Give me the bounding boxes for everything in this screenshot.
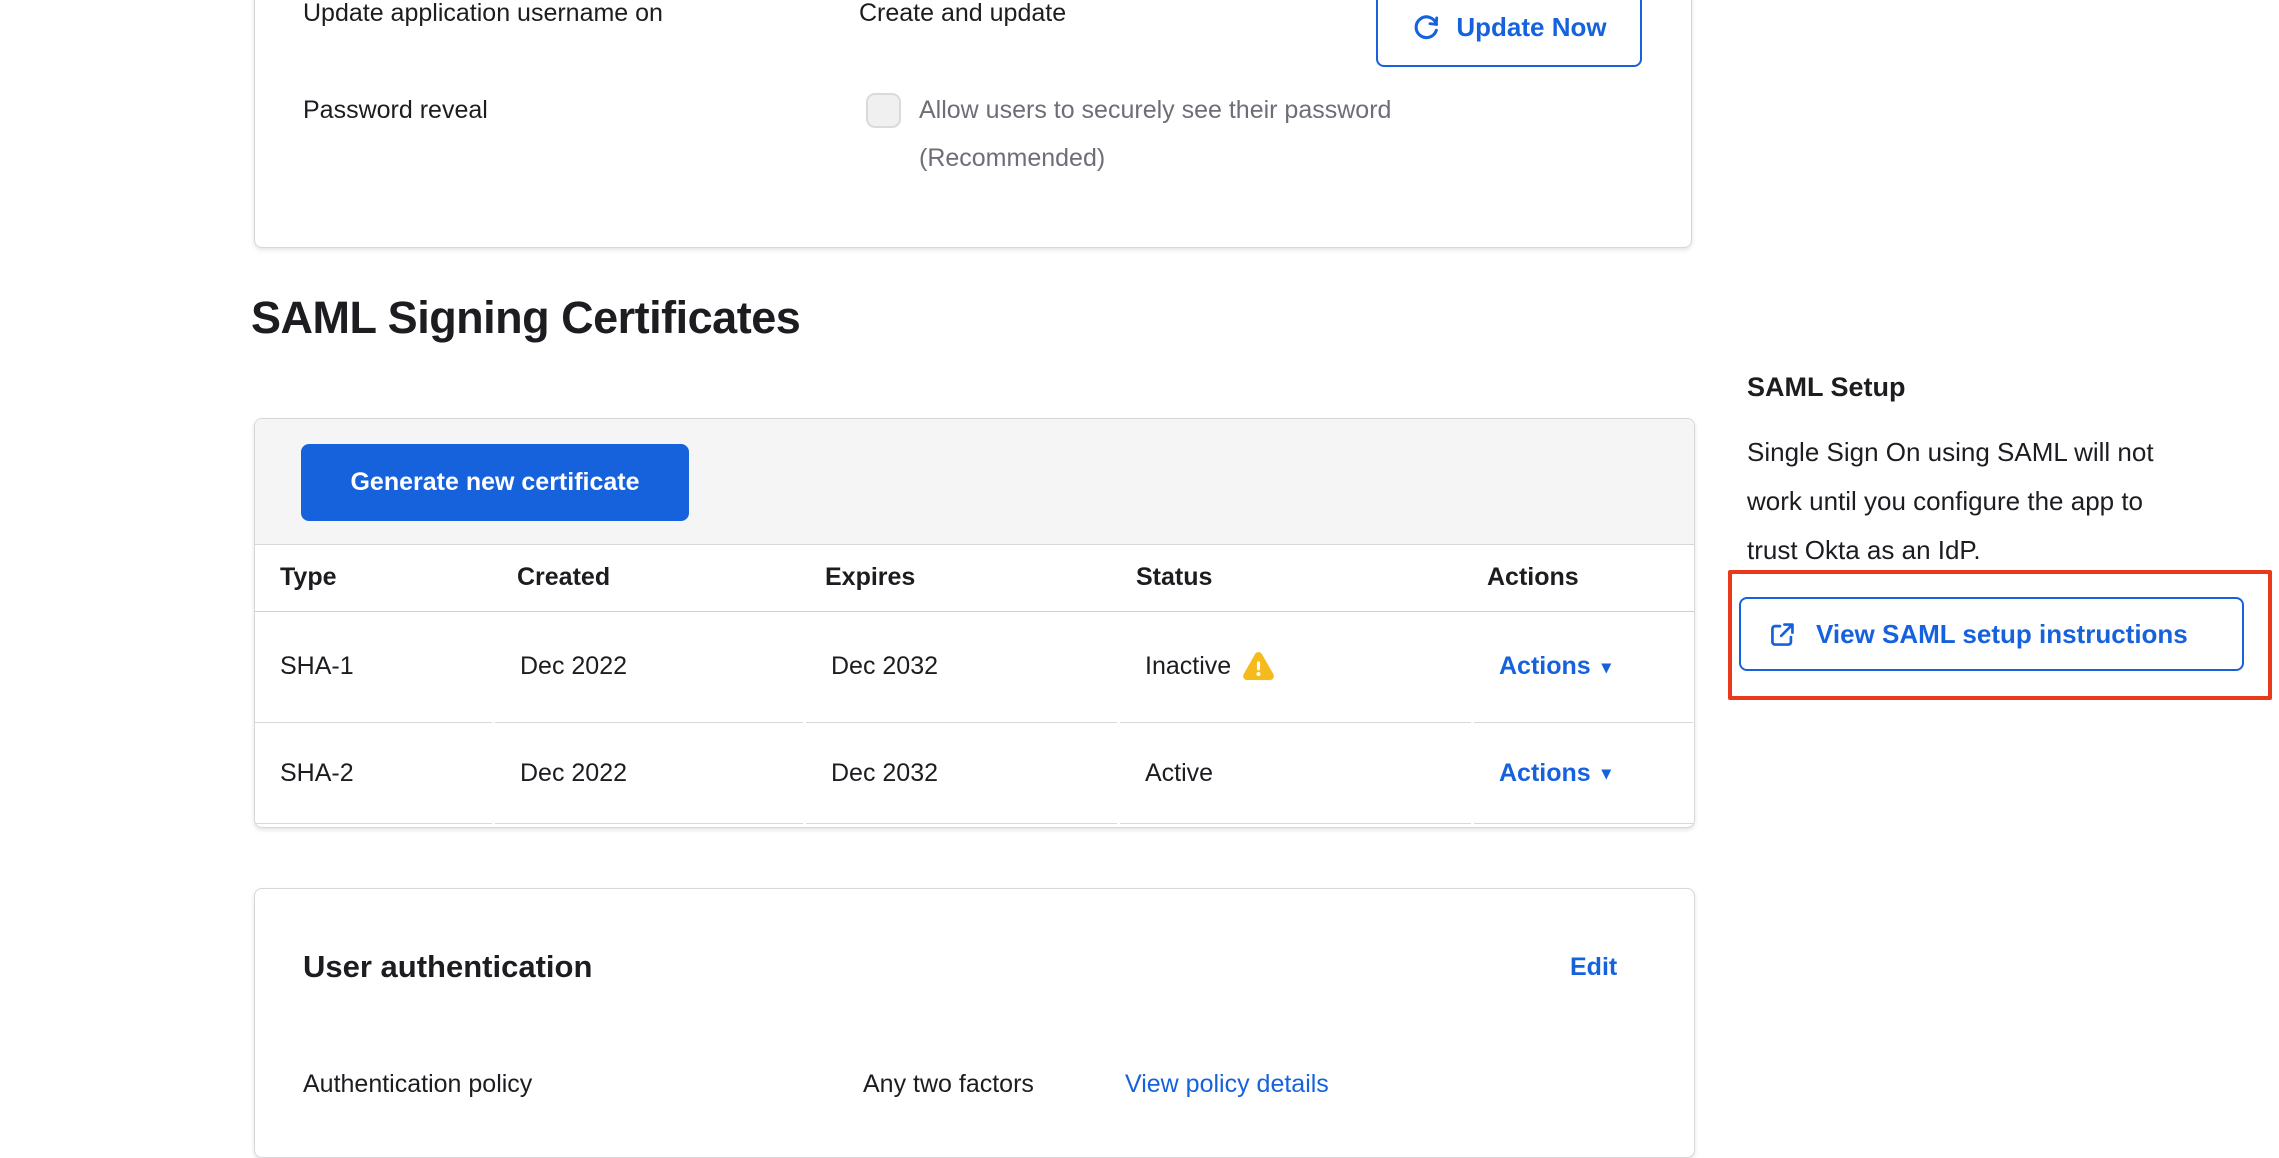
cert-status: Inactive bbox=[1120, 611, 1471, 723]
password-reveal-label: Password reveal bbox=[303, 96, 488, 125]
caret-down-icon: ▾ bbox=[1602, 658, 1611, 676]
cert-status: Active bbox=[1120, 723, 1471, 824]
authentication-policy-label: Authentication policy bbox=[303, 1070, 532, 1099]
user-authentication-panel: User authentication Edit Authentication … bbox=[254, 888, 1695, 1158]
view-saml-setup-instructions-button[interactable]: View SAML setup instructions bbox=[1739, 597, 2244, 671]
column-header-type: Type bbox=[255, 544, 492, 611]
update-now-button[interactable]: Update Now bbox=[1376, 0, 1642, 67]
password-reveal-checkbox-label: Allow users to securely see their passwo… bbox=[919, 96, 1391, 125]
edit-link[interactable]: Edit bbox=[1570, 953, 1617, 982]
external-link-icon bbox=[1767, 619, 1798, 650]
column-header-actions: Actions bbox=[1462, 544, 1694, 611]
column-header-expires: Expires bbox=[800, 544, 1111, 611]
username-update-label: Update application username on bbox=[303, 0, 663, 28]
cert-type: SHA-1 bbox=[255, 611, 492, 723]
username-update-value: Create and update bbox=[859, 0, 1066, 28]
generate-new-certificate-button[interactable]: Generate new certificate bbox=[301, 444, 689, 521]
password-reveal-checkbox[interactable] bbox=[866, 93, 901, 128]
certificates-table-header: Type Created Expires Status Actions bbox=[255, 544, 1694, 612]
cert-actions-cell: Actions ▾ bbox=[1474, 611, 1693, 723]
certificates-panel: Generate new certificate Type Created Ex… bbox=[254, 418, 1695, 828]
actions-dropdown[interactable]: Actions ▾ bbox=[1499, 759, 1611, 788]
authentication-policy-value: Any two factors bbox=[863, 1070, 1034, 1099]
actions-label: Actions bbox=[1499, 759, 1591, 788]
saml-signing-certificates-heading: SAML Signing Certificates bbox=[251, 292, 800, 344]
sign-on-settings-panel: Update application username on Create an… bbox=[254, 0, 1692, 248]
user-authentication-heading: User authentication bbox=[303, 949, 592, 985]
cert-expires: Dec 2032 bbox=[806, 723, 1117, 824]
status-text: Inactive bbox=[1145, 652, 1231, 681]
saml-setup-heading: SAML Setup bbox=[1747, 372, 1906, 403]
saml-setup-description: Single Sign On using SAML will not work … bbox=[1747, 428, 2247, 575]
view-policy-details-link[interactable]: View policy details bbox=[1125, 1070, 1329, 1099]
cert-created: Dec 2022 bbox=[495, 611, 803, 723]
update-now-label: Update Now bbox=[1456, 12, 1606, 43]
certificate-row-sha1: SHA-1 Dec 2022 Dec 2032 Inactive Actions… bbox=[255, 611, 1694, 723]
certificates-panel-toolbar: Generate new certificate bbox=[255, 419, 1694, 545]
status-text: Active bbox=[1145, 759, 1213, 788]
refresh-icon bbox=[1411, 12, 1442, 43]
actions-label: Actions bbox=[1499, 652, 1591, 681]
certificate-row-sha2: SHA-2 Dec 2022 Dec 2032 Active Actions ▾ bbox=[255, 723, 1694, 824]
caret-down-icon: ▾ bbox=[1602, 764, 1611, 782]
column-header-status: Status bbox=[1111, 544, 1462, 611]
saml-setup-description-line: work until you configure the app to bbox=[1747, 477, 2247, 526]
cert-actions-cell: Actions ▾ bbox=[1474, 723, 1693, 824]
actions-dropdown[interactable]: Actions ▾ bbox=[1499, 652, 1611, 681]
column-header-created: Created bbox=[492, 544, 800, 611]
cert-created: Dec 2022 bbox=[495, 723, 803, 824]
saml-setup-description-line: trust Okta as an IdP. bbox=[1747, 526, 2247, 575]
warning-icon bbox=[1243, 652, 1274, 681]
password-reveal-recommended-note: (Recommended) bbox=[919, 144, 1105, 173]
cert-type: SHA-2 bbox=[255, 723, 492, 824]
saml-setup-description-line: Single Sign On using SAML will not bbox=[1747, 428, 2247, 477]
cert-expires: Dec 2032 bbox=[806, 611, 1117, 723]
view-saml-setup-instructions-label: View SAML setup instructions bbox=[1816, 619, 2188, 650]
